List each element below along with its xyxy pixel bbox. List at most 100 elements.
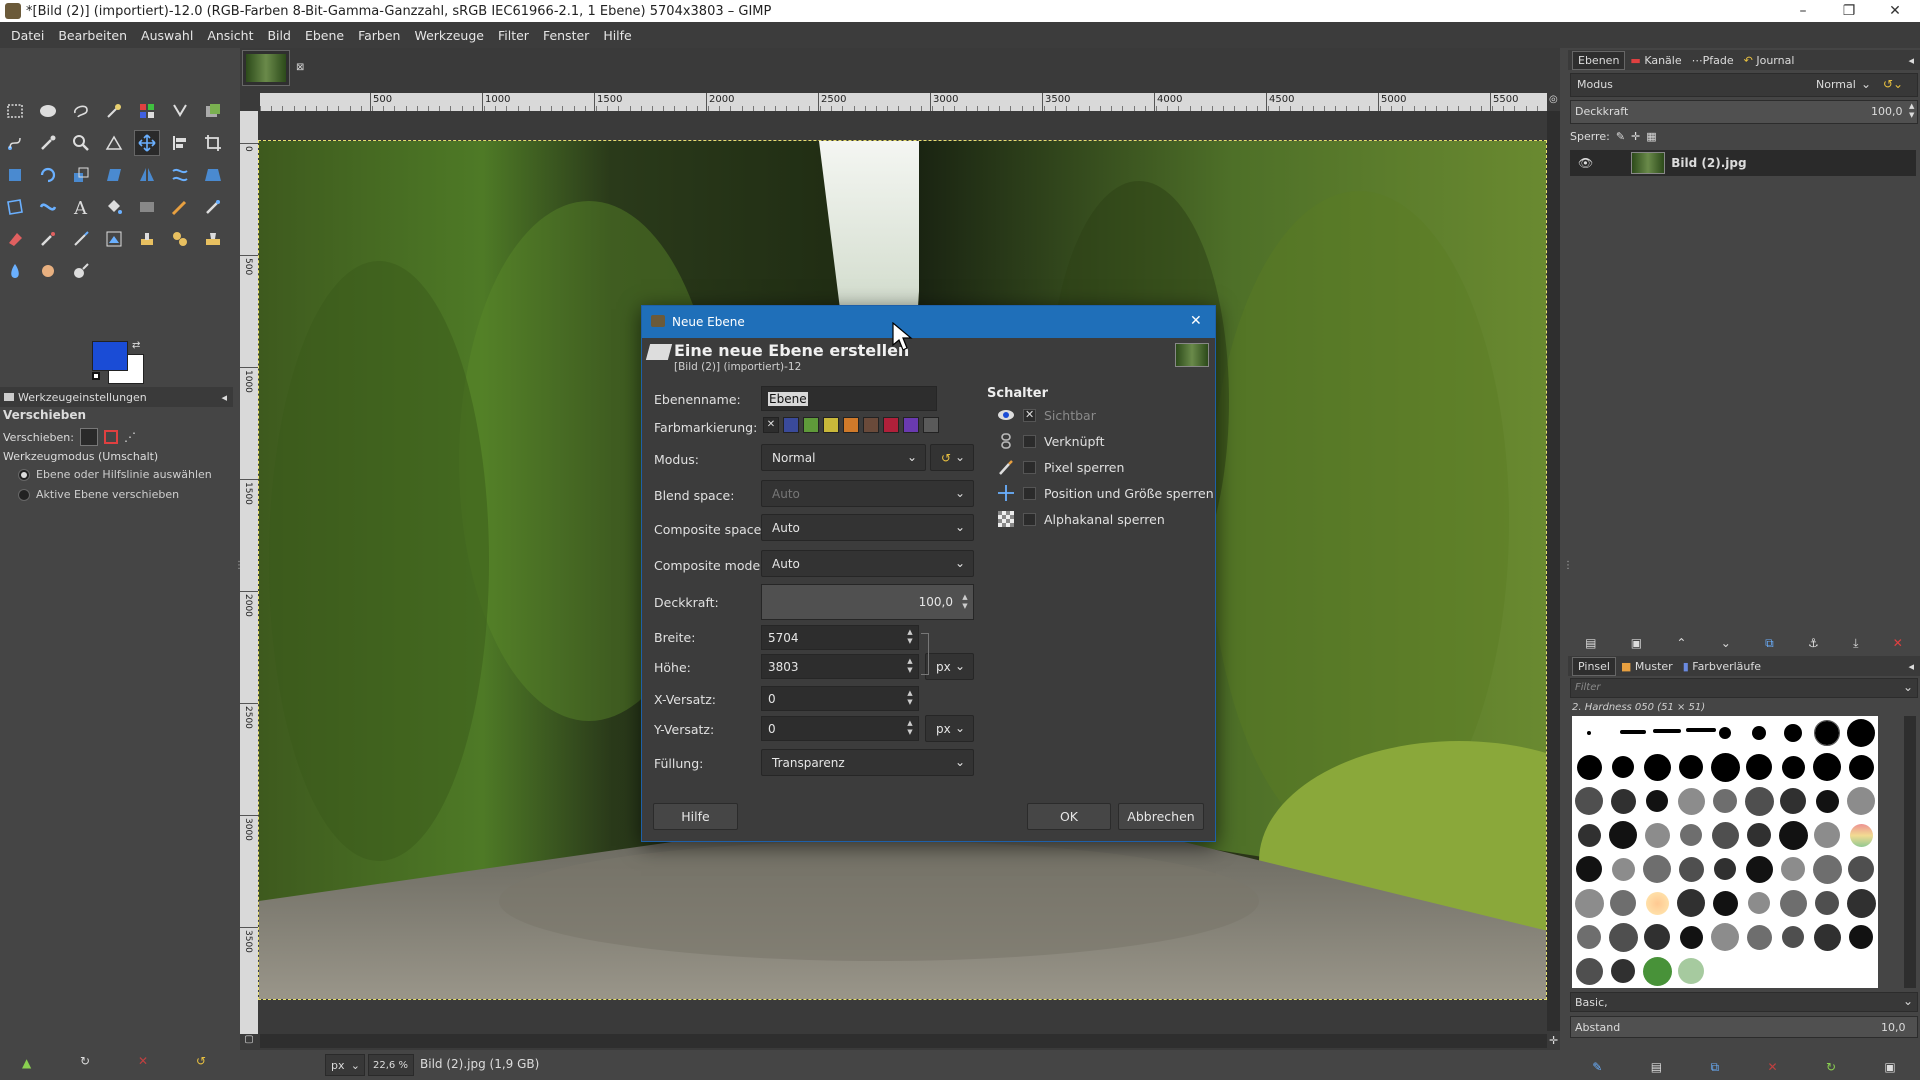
measure-icon[interactable] <box>101 130 127 156</box>
foreground-color-swatch[interactable] <box>92 341 128 371</box>
brush-preview[interactable] <box>1784 724 1802 742</box>
close-window-button[interactable]: ✕ <box>1872 0 1918 22</box>
brush-preview[interactable] <box>1642 956 1672 986</box>
brush-preview[interactable] <box>1814 720 1840 746</box>
unit-selector[interactable]: px ⌄ <box>325 1054 365 1076</box>
ink-icon[interactable] <box>68 226 94 252</box>
brush-preview[interactable] <box>1611 959 1635 983</box>
brush-preview[interactable] <box>1686 728 1716 732</box>
tab-pfade[interactable]: ⋯Pfade <box>1687 54 1739 67</box>
brush-preview[interactable] <box>1746 924 1772 950</box>
rect-select-icon[interactable] <box>2 98 28 124</box>
radio-move-active-layer[interactable]: Aktive Ebene verschieben <box>18 488 179 501</box>
ok-button[interactable]: OK <box>1027 803 1111 830</box>
layer-name-input[interactable]: Ebene <box>761 386 937 411</box>
brush-preview[interactable] <box>1779 889 1807 917</box>
brush-preview[interactable] <box>1574 888 1604 918</box>
smudge-icon[interactable] <box>35 258 61 284</box>
brush-preview[interactable] <box>1711 923 1739 951</box>
brush-preview[interactable] <box>1610 788 1636 814</box>
delete-brush-icon[interactable]: ✕ <box>1767 1060 1777 1074</box>
tab-journal[interactable]: ↶ Journal <box>1739 54 1800 67</box>
offset-y-input[interactable]: 0 ▲ ▼ <box>761 716 919 741</box>
shear-icon[interactable] <box>101 162 127 188</box>
layer-row[interactable]: 👁 Bild (2).jpg <box>1570 150 1916 176</box>
color-tag-swatch[interactable] <box>843 417 859 433</box>
image-tab-thumbnail[interactable] <box>242 50 290 86</box>
lasso-icon[interactable] <box>68 98 94 124</box>
brush-preview[interactable] <box>1781 755 1805 779</box>
brush-preview[interactable] <box>1712 890 1738 916</box>
toolbox-resize-handle[interactable]: ⋮ <box>234 560 244 571</box>
pencil-icon[interactable] <box>167 194 193 220</box>
dialog-titlebar[interactable]: Neue Ebene ✕ <box>642 306 1215 338</box>
menu-hilfe[interactable]: Hilfe <box>596 28 638 43</box>
brush-preview[interactable] <box>1711 821 1739 849</box>
visible-checkbox[interactable] <box>1023 408 1036 422</box>
tool-options-tab[interactable]: Werkzeugeinstellungen ◂ <box>0 387 233 407</box>
dock-resize-handle[interactable]: ⋮ <box>1563 560 1573 571</box>
color-tag-swatch[interactable] <box>823 417 839 433</box>
brush-preview[interactable] <box>1714 858 1736 880</box>
mode-reset-icon[interactable]: ↺⌄ <box>1883 77 1903 91</box>
maximize-button[interactable]: ❐ <box>1826 0 1872 22</box>
offset-x-input[interactable]: 0 ▲ ▼ <box>761 686 919 711</box>
foreground-select-icon[interactable] <box>200 98 226 124</box>
move-layer-icon[interactable] <box>79 428 98 446</box>
cancel-button[interactable]: Abbrechen <box>1118 803 1204 830</box>
cage-transform-icon[interactable] <box>2 194 28 220</box>
ellipse-select-icon[interactable] <box>35 98 61 124</box>
brush-preview[interactable] <box>1778 820 1808 850</box>
size-unit-select[interactable]: px ⌄ <box>925 653 974 680</box>
layers-panel-menu-icon[interactable]: ◂ <box>1908 54 1914 67</box>
edit-brush-icon[interactable]: ✎ <box>1592 1060 1602 1074</box>
switch-lock-position[interactable]: Position und Größe sperren <box>997 484 1214 502</box>
rotate-icon[interactable] <box>35 162 61 188</box>
brush-preview[interactable] <box>1645 891 1669 915</box>
brush-preview[interactable] <box>1812 854 1842 884</box>
brush-preview[interactable] <box>1643 753 1671 781</box>
horizontal-scrollbar[interactable] <box>260 1034 1547 1048</box>
chain-link-icon[interactable] <box>921 633 929 675</box>
brush-preview[interactable] <box>1815 789 1839 813</box>
color-tag-swatch[interactable] <box>903 417 919 433</box>
color-tag-swatch[interactable] <box>863 417 879 433</box>
brush-preview[interactable] <box>1815 891 1839 915</box>
duplicate-brush-icon[interactable]: ⧉ <box>1710 1060 1719 1075</box>
delete-layer-icon[interactable]: ✕ <box>1893 636 1903 650</box>
brush-preview[interactable] <box>1576 754 1602 780</box>
brush-preset-selector[interactable]: Basic, ⌄ <box>1570 992 1918 1012</box>
brush-preview[interactable] <box>1679 925 1703 949</box>
brush-preview[interactable] <box>1678 958 1704 984</box>
unified-transform-icon[interactable] <box>2 162 28 188</box>
brush-preview[interactable] <box>1781 857 1805 881</box>
menu-ebene[interactable]: Ebene <box>298 28 351 43</box>
crop-icon[interactable] <box>200 130 226 156</box>
brush-preview[interactable] <box>1576 856 1602 882</box>
scissors-select-icon[interactable] <box>167 98 193 124</box>
fill-select[interactable]: Transparenz ⌄ <box>761 749 974 776</box>
delete-tool-preset-icon[interactable]: ✕ <box>138 1054 148 1068</box>
dialog-close-icon[interactable]: ✕ <box>1190 313 1202 329</box>
composite-mode-select[interactable]: Auto ⌄ <box>761 550 974 577</box>
brush-preview[interactable] <box>1814 822 1840 848</box>
reset-tool-options-icon[interactable]: ↺ <box>196 1054 206 1068</box>
save-tool-preset-icon[interactable]: ▲ <box>22 1056 31 1070</box>
clone-icon[interactable] <box>134 226 160 252</box>
brush-preview[interactable] <box>1577 925 1601 949</box>
brush-preview[interactable] <box>1679 755 1703 779</box>
align-icon[interactable] <box>167 130 193 156</box>
navigate-icon[interactable]: ✛ <box>1549 1034 1558 1047</box>
brush-preview[interactable] <box>1719 727 1731 739</box>
brush-preview[interactable] <box>1849 925 1873 949</box>
brush-preview[interactable] <box>1847 787 1875 815</box>
lock-alpha-checkbox[interactable] <box>1023 512 1036 526</box>
switch-visible[interactable]: Sichtbar <box>997 406 1096 424</box>
select-by-color-icon[interactable] <box>134 98 160 124</box>
move-path-icon[interactable]: ⋰ <box>124 430 136 444</box>
perspective-icon[interactable] <box>200 162 226 188</box>
flip-icon[interactable] <box>134 162 160 188</box>
refresh-brushes-icon[interactable]: ↻ <box>1826 1060 1836 1074</box>
brush-preview[interactable] <box>1747 823 1771 847</box>
color-tag-swatch[interactable] <box>883 417 899 433</box>
